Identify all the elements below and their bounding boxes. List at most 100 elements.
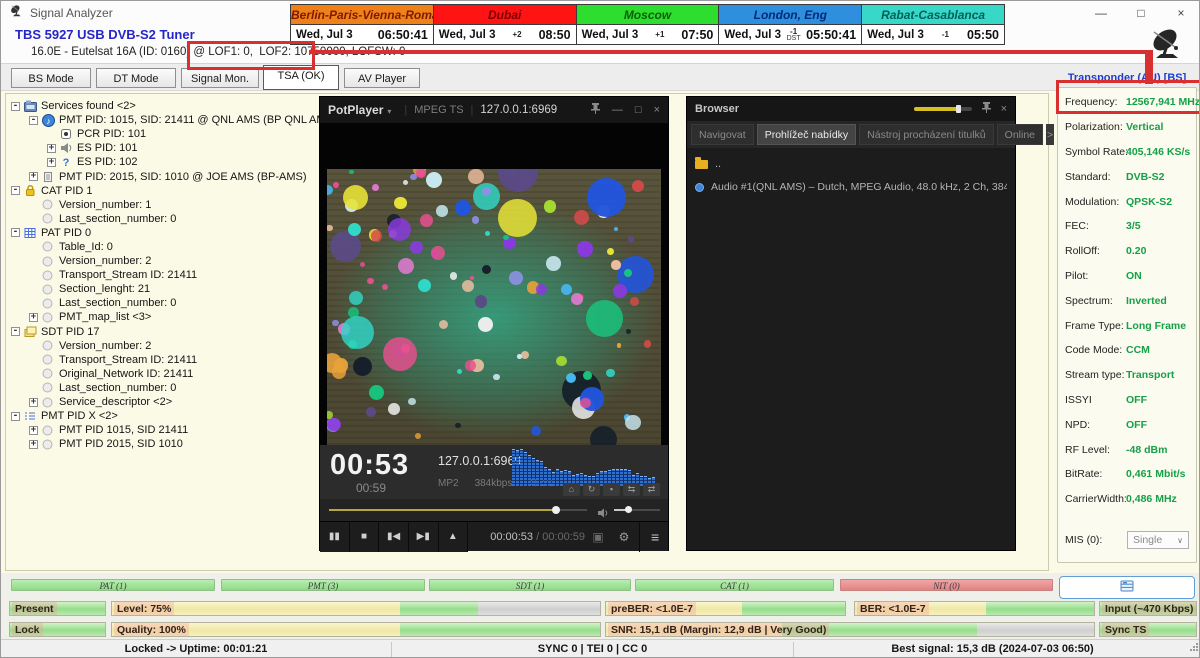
clock-time: 06:50:41 [378,28,428,42]
collapse-icon[interactable]: - [11,327,20,336]
mini-button-0[interactable]: ⌂ [563,483,580,496]
mini-button-2[interactable]: ▪ [603,483,620,496]
eject-button[interactable]: ▲ [439,522,469,552]
player-minimize-icon[interactable]: — [612,104,623,116]
video-area[interactable] [320,123,668,445]
tree-row[interactable]: -PMT PID X <2> [11,409,311,423]
tree-row[interactable]: Original_Network ID: 21411 [29,367,311,381]
clock-time-row: Wed, Jul 3+107:50 [577,25,719,44]
mini-button-3[interactable]: ⇆ [623,483,640,496]
tab-bs-mode[interactable]: BS Mode [11,68,91,88]
maximize-icon[interactable]: □ [1121,1,1161,25]
tree-row[interactable]: Table_Id: 0 [29,240,311,254]
browser-pin-icon[interactable] [982,102,991,116]
video-window-button[interactable]: ▣ [585,522,611,552]
tree-row[interactable]: +PMT PID 2015, SID 1010 [29,437,311,451]
audio-track-item[interactable]: Audio #1(QNL AMS) – Dutch, MPEG Audio, 4… [695,181,1007,193]
tab-signal-mon-[interactable]: Signal Mon. [181,68,259,88]
tree-row[interactable]: +?ES PID: 102 [47,155,311,169]
tree-row[interactable]: Transport_Stream ID: 21411 [29,268,311,282]
player-close-icon[interactable]: × [654,104,660,116]
volume-slider[interactable] [614,509,660,511]
tree-row[interactable]: PCR PID: 101 [47,127,311,141]
tree-row[interactable]: -SDT PID 17 [11,325,311,339]
collapse-icon[interactable]: - [29,116,38,125]
expand-icon[interactable]: + [29,172,38,181]
parent-folder-row[interactable]: .. [695,156,1007,172]
browser-tab-n-stroj-proch-zen-titulk-[interactable]: Nástroj procházení titulků [859,124,993,145]
signal-bar-input-470-kbps-: Input (~470 Kbps) [1099,601,1197,616]
player-maximize-icon[interactable]: □ [635,104,642,116]
tree-row[interactable]: Version_number: 1 [29,198,311,212]
tab-dt-mode[interactable]: DT Mode [96,68,176,88]
browser-content: .. Audio #1(QNL AMS) – Dutch, MPEG Audio… [687,148,1015,550]
pin-icon[interactable] [591,103,600,117]
mis-dropdown[interactable]: Single ∨ [1127,531,1189,549]
tree-row[interactable]: Version_number: 2 [29,254,311,268]
transponder-value: -48 dBm [1126,444,1167,456]
tree-row[interactable]: -PAT PID 0 [11,226,311,240]
expand-icon[interactable]: + [29,313,38,322]
tree-row[interactable]: Section_lenght: 21 [29,282,311,296]
tree-row[interactable]: + ES PID: 101 [47,141,311,155]
chevron-down-icon[interactable]: ▾ [387,107,391,116]
potplayer-titlebar[interactable]: PotPlayer ▾ | MPEG TS | 127.0.0.1:6969 —… [320,97,668,123]
collapse-icon[interactable]: - [11,412,20,421]
expand-icon[interactable]: + [47,144,56,153]
tree-row[interactable]: +PMT PID: 2015, SID: 1010 @ JOE AMS (BP-… [29,169,311,183]
tree-row[interactable]: Last_section_number: 0 [29,212,311,226]
slider-handle[interactable] [956,105,961,113]
browser-tab-navigovat[interactable]: Navigovat [691,124,754,145]
psi-bar-nit: NIT (0) [840,579,1053,591]
tree-row[interactable]: -Services found <2> [11,99,311,113]
clock-time: 07:50 [681,28,713,42]
tree-row[interactable]: Transport_Stream ID: 21411 [29,353,311,367]
playlist-menu-icon[interactable]: ≡ [642,522,668,552]
browser-tab-prohl-e-nab-dky[interactable]: Prohlížeč nabídky [757,124,856,145]
collapse-icon[interactable]: - [11,186,20,195]
mis-label: MIS (0): [1065,534,1102,546]
minimize-icon[interactable]: — [1081,1,1121,25]
mini-button-1[interactable]: ↻ [583,483,600,496]
volume-handle[interactable] [625,506,632,513]
tab-av-player[interactable]: AV Player [344,68,420,88]
tree-row[interactable]: -♪PMT PID: 1015, SID: 21411 @ QNL AMS (B… [29,113,311,127]
expand-icon[interactable]: + [29,440,38,449]
stop-button[interactable]: ■ [350,522,380,552]
mini-button-4[interactable]: ⇄ [643,483,660,496]
seek-slider[interactable] [329,509,587,511]
transponder-row: Symbol Rate:405,146 KS/s [1058,140,1196,165]
collapse-icon[interactable]: - [11,228,20,237]
previous-button[interactable]: ▮◀ [379,522,409,552]
world-clocks-panel: Berlin-Paris-Vienna-RomaWed, Jul 306:50:… [291,4,1010,45]
next-button[interactable]: ▶▮ [409,522,439,552]
lof-settings-text: LOF2: 10750000, LOFSW: 0 [256,45,408,59]
tree-row[interactable]: Version_number: 2 [29,339,311,353]
tree-row[interactable]: Last_section_number: 0 [29,381,311,395]
browser-opacity-slider[interactable] [914,107,972,111]
seek-handle[interactable] [552,506,560,514]
tree-row[interactable]: -CAT PID 1 [11,184,311,198]
ts-record-button[interactable] [1059,576,1195,599]
resize-grip[interactable] [1189,639,1199,657]
tree-item-label: ES PID: 101 [77,142,138,154]
expand-icon[interactable]: + [47,158,56,167]
transponder-row: Frame Type:Long Frame [1058,313,1196,338]
tree-row[interactable]: +PMT PID 1015, SID 21411 [29,423,311,437]
collapse-icon[interactable]: - [11,102,20,111]
tab-tsa-ok-[interactable]: TSA (OK) [263,65,339,90]
browser-close-icon[interactable]: × [1001,103,1007,115]
tree-row[interactable]: +Service_descriptor <2> [29,395,311,409]
signal-bar-label: BER: <1.0E-7 [857,602,929,615]
close-icon[interactable]: × [1161,1,1200,25]
tree-row[interactable]: Last_section_number: 0 [29,296,311,310]
pause-button[interactable]: ▮▮ [320,522,350,552]
expand-icon[interactable]: + [29,426,38,435]
settings-gear-icon[interactable]: ⚙ [611,522,637,552]
expand-icon[interactable]: + [29,398,38,407]
browser-titlebar[interactable]: Browser × [687,97,1015,121]
browser-tab-online[interactable]: Online [997,124,1043,145]
tab-scroll-right-icon[interactable]: > [1046,124,1054,145]
tree-row[interactable]: +PMT_map_list <3> [29,310,311,324]
dot-icon [42,312,58,323]
